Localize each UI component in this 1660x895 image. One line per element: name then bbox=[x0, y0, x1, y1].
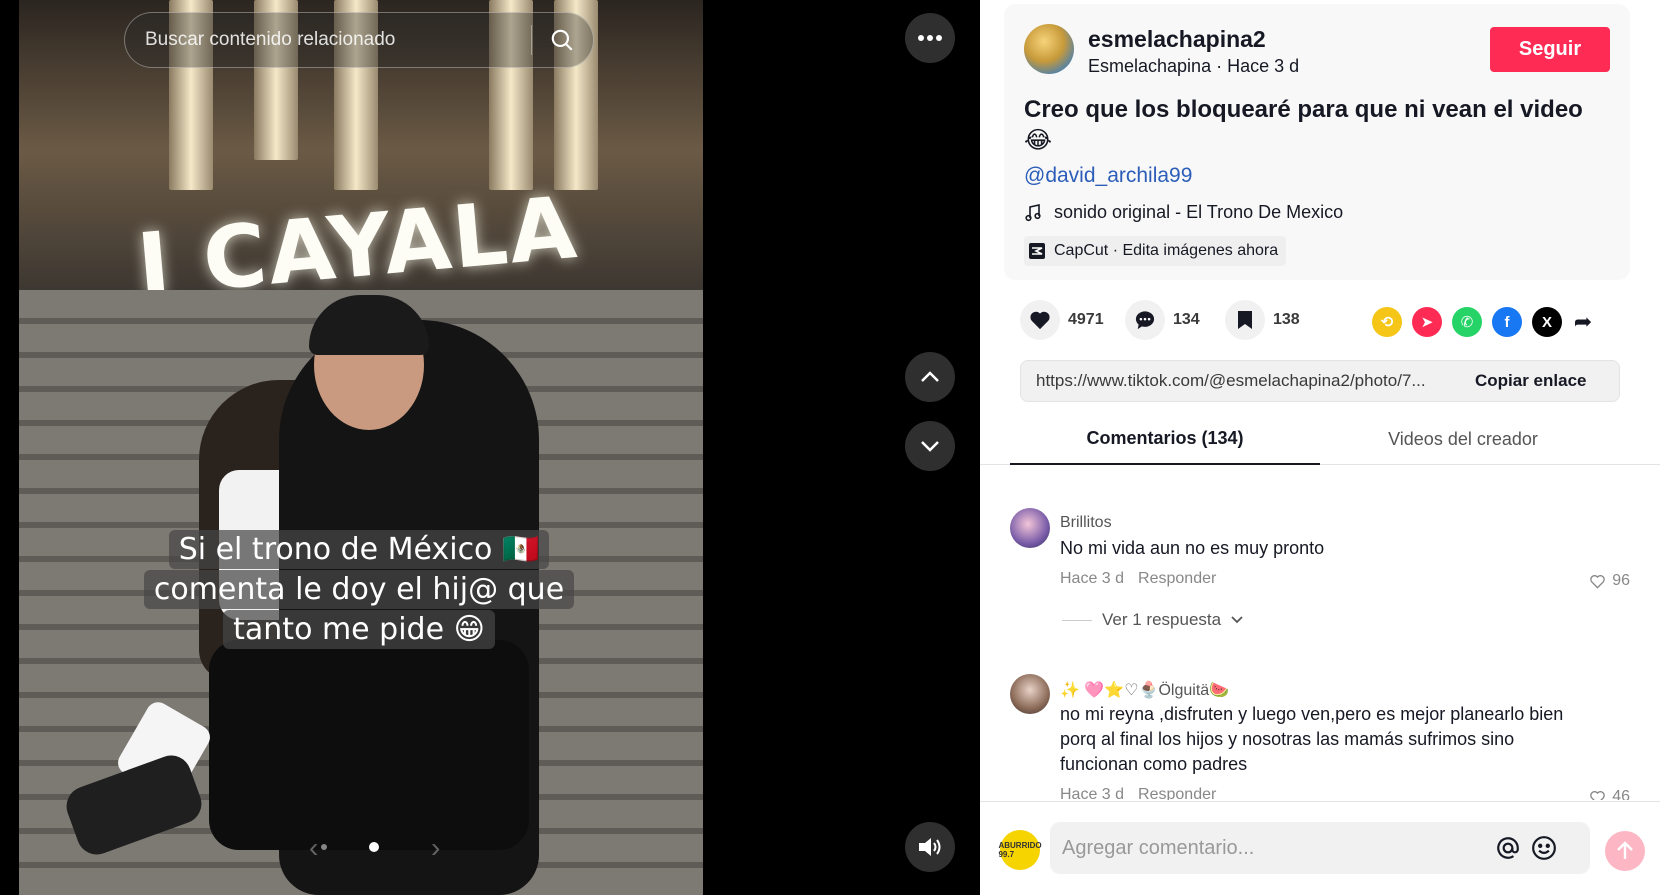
details-panel: esmelachapina2 Esmelachapina · Hace 3 d … bbox=[980, 0, 1660, 895]
capcut-label: CapCut · Edita imágenes ahora bbox=[1054, 242, 1279, 259]
carousel-prev-icon[interactable]: ‹ bbox=[309, 832, 318, 864]
send-comment-button[interactable] bbox=[1605, 831, 1645, 871]
shorts bbox=[209, 640, 529, 850]
whatsapp-icon[interactable]: ✆ bbox=[1452, 307, 1482, 337]
view-replies-label: Ver 1 respuesta bbox=[1102, 610, 1222, 629]
post-time: Hace 3 d bbox=[1227, 56, 1300, 76]
save-action[interactable]: 138 bbox=[1225, 300, 1300, 340]
search-bar[interactable] bbox=[124, 12, 594, 68]
commenter-name[interactable]: Brillitos bbox=[1060, 514, 1112, 532]
heart-outline-icon bbox=[1590, 574, 1606, 589]
commenter-name[interactable]: ✨ 🩷⭐♡🍨Ölguitä🍉 bbox=[1060, 680, 1229, 700]
creator-username[interactable]: esmelachapina2 bbox=[1088, 26, 1266, 53]
like-count: 4971 bbox=[1068, 311, 1104, 328]
x-icon[interactable]: X bbox=[1532, 307, 1562, 337]
tab-comments[interactable]: Comentarios (134) bbox=[1010, 413, 1320, 465]
tabs: Comentarios (134) Videos del creador bbox=[980, 413, 1660, 465]
comment-meta: Hace 3 d Responder bbox=[1060, 786, 1216, 800]
tab-creator-videos[interactable]: Videos del creador bbox=[1308, 413, 1618, 465]
media-viewer: I CAYALA Si el trono de México 🇲🇽 coment… bbox=[0, 0, 980, 895]
comment-action[interactable]: 134 bbox=[1125, 300, 1200, 340]
share-arrow-icon[interactable]: ➦ bbox=[1568, 307, 1598, 337]
commenter-avatar[interactable] bbox=[1010, 674, 1050, 714]
more-icon bbox=[918, 35, 942, 41]
shoe bbox=[60, 749, 208, 861]
facebook-icon[interactable]: f bbox=[1492, 307, 1522, 337]
repost-icon[interactable]: ⟲ bbox=[1372, 307, 1402, 337]
post-description: Creo que los bloquearé para que ni vean … bbox=[1024, 96, 1583, 154]
follow-button[interactable]: Seguir bbox=[1490, 27, 1610, 72]
previous-video-button[interactable] bbox=[905, 352, 955, 402]
mention-link[interactable]: @david_archila99 bbox=[1024, 164, 1192, 188]
comment-input-wrap[interactable] bbox=[1050, 822, 1590, 874]
volume-button[interactable] bbox=[905, 822, 955, 872]
cap bbox=[309, 295, 429, 355]
mention-icon[interactable] bbox=[1490, 830, 1526, 866]
caption-line: tanto me pide 😁 bbox=[223, 610, 495, 649]
copy-link-button[interactable]: Copiar enlace bbox=[1461, 371, 1587, 391]
comment-composer: ABURRIDO 99.7 bbox=[980, 801, 1660, 895]
search-input[interactable] bbox=[125, 29, 515, 51]
subline-separator: · bbox=[1211, 56, 1228, 76]
comment-like-count: 46 bbox=[1612, 788, 1630, 800]
comment-like-count: 96 bbox=[1612, 572, 1630, 589]
comment-time: Hace 3 d bbox=[1060, 570, 1125, 587]
carousel-next-icon[interactable]: › bbox=[431, 832, 440, 864]
sound-link[interactable]: sonido original - El Trono De Mexico bbox=[1024, 202, 1343, 223]
comment-input[interactable] bbox=[1050, 836, 1490, 860]
creator-avatar[interactable] bbox=[1024, 24, 1074, 74]
comment-like[interactable]: 96 bbox=[1589, 572, 1630, 590]
save-count: 138 bbox=[1273, 311, 1300, 328]
comment-item: ✨ 🩷⭐♡🍨Ölguitä🍉 no mi reyna ,disfruten y … bbox=[1010, 674, 1630, 800]
comment-icon[interactable] bbox=[1125, 300, 1165, 340]
comment-like[interactable]: 46 bbox=[1589, 788, 1630, 800]
bookmark-icon[interactable] bbox=[1225, 300, 1265, 340]
reply-button[interactable]: Responder bbox=[1138, 786, 1216, 800]
emoji-icon[interactable] bbox=[1526, 830, 1562, 866]
next-video-button[interactable] bbox=[905, 421, 955, 471]
sound-label: sonido original - El Trono De Mexico bbox=[1054, 202, 1344, 222]
reply-button[interactable]: Responder bbox=[1138, 570, 1216, 588]
share-link-box: https://www.tiktok.com/@esmelachapina2/p… bbox=[1020, 360, 1620, 402]
carousel-dot[interactable] bbox=[321, 844, 327, 850]
page: I CAYALA Si el trono de México 🇲🇽 coment… bbox=[0, 0, 1660, 895]
post-photo[interactable]: I CAYALA Si el trono de México 🇲🇽 coment… bbox=[19, 0, 703, 895]
caption-line: comenta le doy el hij@ que bbox=[143, 570, 575, 609]
share-link[interactable]: https://www.tiktok.com/@esmelachapina2/p… bbox=[1021, 371, 1461, 391]
heart-icon[interactable] bbox=[1020, 300, 1060, 340]
volume-icon bbox=[919, 838, 941, 856]
chevron-down-icon bbox=[1231, 616, 1243, 624]
more-options-button[interactable] bbox=[905, 13, 955, 63]
action-bar: 4971 134 138 ⟲ ➤ ✆ f X ➦ bbox=[1020, 300, 1620, 342]
caption-line: Si el trono de México 🇲🇽 bbox=[168, 530, 550, 569]
comment-time: Hace 3 d bbox=[1060, 786, 1125, 800]
creator-subline: Esmelachapina · Hace 3 d bbox=[1088, 56, 1299, 77]
comment-text: no mi reyna ,disfruten y luego ven,pero … bbox=[1060, 704, 1564, 774]
arrow-up-icon bbox=[1617, 841, 1633, 859]
heart-outline-icon bbox=[1590, 790, 1606, 800]
cayala-sign: I CAYALA bbox=[109, 175, 589, 316]
view-replies[interactable]: Ver 1 respuesta bbox=[1062, 610, 1243, 630]
music-note-icon bbox=[1025, 203, 1041, 221]
post-info-card: esmelachapina2 Esmelachapina · Hace 3 d … bbox=[1004, 4, 1630, 280]
carousel-dot-active[interactable] bbox=[369, 842, 379, 852]
capcut-anchor[interactable]: CapCut · Edita imágenes ahora bbox=[1024, 236, 1287, 266]
search-icon[interactable] bbox=[532, 12, 592, 68]
current-user-avatar[interactable]: ABURRIDO 99.7 bbox=[998, 830, 1042, 870]
chevron-up-icon bbox=[921, 371, 939, 382]
capcut-icon bbox=[1029, 243, 1045, 259]
commenter-avatar[interactable] bbox=[1010, 508, 1050, 548]
comment-list: Brillitos No mi vida aun no es muy pront… bbox=[980, 466, 1660, 800]
creator-display-name[interactable]: Esmelachapina bbox=[1088, 56, 1211, 76]
chevron-down-icon bbox=[921, 441, 939, 452]
like-action[interactable]: 4971 bbox=[1020, 300, 1104, 340]
comment-text: No mi vida aun no es muy pronto bbox=[1060, 538, 1325, 558]
send-to-friends-icon[interactable]: ➤ bbox=[1412, 307, 1442, 337]
comment-count: 134 bbox=[1173, 311, 1200, 328]
photo-caption: Si el trono de México 🇲🇽 comenta le doy … bbox=[129, 530, 589, 650]
replies-divider bbox=[1062, 619, 1092, 621]
comment-meta: Hace 3 d Responder bbox=[1060, 570, 1216, 588]
